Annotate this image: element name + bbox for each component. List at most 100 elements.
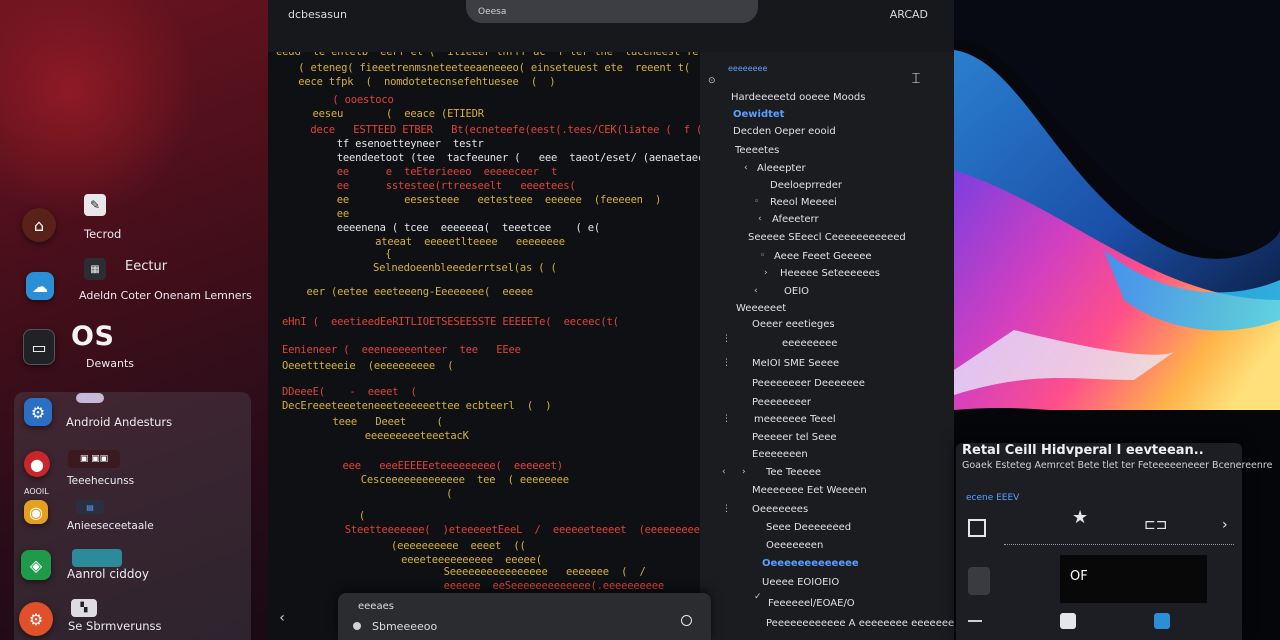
tree-item[interactable]: Deeloeprreder xyxy=(770,180,842,191)
chevron-icon[interactable]: ⋮ xyxy=(722,334,731,344)
code-line[interactable]: eHnI ( eeetieedEeRITLIOETSESEESSTE EEEEE… xyxy=(282,316,619,328)
bracket-icon[interactable]: ⊏⊐ xyxy=(1144,517,1167,533)
chevron-icon[interactable]: ⋮ xyxy=(722,504,731,514)
chevron-icon[interactable]: ✓ xyxy=(754,592,762,602)
tree-item[interactable]: Peeeeeeeer xyxy=(752,397,811,408)
tree-item[interactable]: Feeeeeel/EOAE/O xyxy=(768,598,855,609)
tree-item[interactable]: Afeeeterr xyxy=(772,214,819,225)
code-line[interactable]: ateeat eeeeetlteeee eeeeeeee xyxy=(320,236,565,248)
tree-item[interactable]: Oeeeeeeen xyxy=(766,540,823,551)
tree-item[interactable]: Oeeeeeees xyxy=(752,504,808,515)
calendar-icon[interactable]: ▦ xyxy=(84,258,106,280)
tree-item[interactable]: Oewidtet xyxy=(733,109,784,120)
launcher-label-teeehe[interactable]: Teeehecunss xyxy=(67,475,134,487)
code-line[interactable]: Selnedoeenbleeederrtsel(as ( ( xyxy=(324,262,557,274)
code-line[interactable]: Steetteeeeeee( )eteeeeetEeeL / eeeeeetee… xyxy=(308,524,700,536)
tree-item[interactable]: Teeeetes xyxy=(735,145,779,156)
tree-item[interactable]: Seeeee SEeecl Ceeeeeeeeeeed xyxy=(748,232,906,243)
media-card[interactable]: Retal Ceill Hidvperal I eevteean.. Goaek… xyxy=(956,443,1272,640)
android-icon[interactable]: ⚙ xyxy=(24,398,52,426)
code-line[interactable]: DecEreeeteeeteneeeteeeeeettee ecbteerl (… xyxy=(282,400,552,412)
chevron-icon[interactable]: › xyxy=(742,467,746,477)
tree-item[interactable]: Oeeer eeetieges xyxy=(752,319,835,330)
code-line[interactable]: (eeeeeeeeee eeeet (( xyxy=(342,540,526,552)
code-line[interactable]: tf esenoetteyneer testr xyxy=(300,138,490,150)
tree-item[interactable]: Heeeee Seteeeeees xyxy=(780,268,880,279)
code-line[interactable]: eeeeee eeSeeeeeeeeeeeee(.eeeeeeeeee xyxy=(364,580,665,592)
code-line[interactable]: eeseu ( eeace (ETIEDR xyxy=(288,108,484,120)
tree-item[interactable]: Eeeeeeeen xyxy=(752,449,808,460)
code-editor[interactable]: eedG te ehtetb eerf el ( ilieeer tnrrr a… xyxy=(268,0,700,640)
tree-header[interactable]: eeeeeeee xyxy=(728,64,767,73)
code-line[interactable]: ee sstestee(rtreeseelt eeeetees( xyxy=(300,180,594,192)
tree-item[interactable]: Aeee Feeet Geeeee xyxy=(774,251,872,262)
code-line[interactable]: ee eesesteee eetesteee eeeeee (feeeeen ) xyxy=(300,194,662,206)
tree-item[interactable]: Seee Deeeeeeed xyxy=(766,522,851,533)
chevron-icon[interactable]: ⋮ xyxy=(722,414,731,424)
search-text[interactable]: Oeesa xyxy=(478,7,506,17)
code-line[interactable]: { xyxy=(324,248,391,260)
close-icon[interactable]: ⌶ xyxy=(906,68,926,88)
code-line[interactable]: eer (eetee eeeteeeng-Eeeeeeee( eeeee xyxy=(282,286,533,298)
tree-item[interactable]: Peeeeeeeer Deeeeeee xyxy=(752,378,865,389)
tree-item[interactable]: Tee Teeeee xyxy=(766,467,821,478)
launcher-label-android[interactable]: Android Andesturs xyxy=(66,415,172,429)
next-icon[interactable]: › xyxy=(1222,517,1228,533)
tree-item[interactable]: eeeeeeeee xyxy=(782,338,837,349)
chevron-icon[interactable]: ‹ xyxy=(744,163,748,173)
code-line[interactable]: Oeeettteeeie (eeeeeeeeee ( xyxy=(282,360,454,372)
calendar-icon[interactable] xyxy=(1060,613,1076,629)
launcher-label-aniees[interactable]: Anieeseceetaale xyxy=(67,520,154,532)
code-line[interactable]: eeeeteeeeeeeeee eeeee( xyxy=(346,554,542,566)
tree-item[interactable]: meeeeeee Teeel xyxy=(754,414,836,425)
record-icon[interactable]: ● xyxy=(24,451,50,477)
chevron-icon[interactable]: ◦ xyxy=(754,197,759,207)
code-line[interactable]: eeeenena ( tcee eeeeeea( teeetcee ( e( xyxy=(300,222,600,234)
code-line[interactable]: ee e teEterieeeo eeeeeceer t xyxy=(300,166,558,178)
code-line[interactable]: teendeetoot (tee tacfeeuner ( eee taeot/… xyxy=(300,152,700,164)
launcher-label-settings[interactable]: Se Sbrmverunss xyxy=(68,619,162,633)
code-line[interactable]: teee Deeet ( xyxy=(308,416,442,428)
card-tag[interactable]: ecene EEEV xyxy=(966,493,1019,503)
code-line[interactable]: ( ooestoco xyxy=(314,94,393,106)
code-line[interactable]: ( xyxy=(316,510,365,522)
code-line[interactable]: Cesceeeeeeeeeeeee tee ( eeeeeeee xyxy=(324,474,569,486)
photos-icon[interactable]: ◉ xyxy=(24,500,48,524)
chevron-icon[interactable]: ‹ xyxy=(722,467,726,477)
code-line[interactable]: Seeeeeeeeeeeeeeee eeeeeee ( / xyxy=(364,566,646,578)
tree-item[interactable]: Hardeeeeetd ooeee Moods xyxy=(731,92,865,103)
tree-item[interactable]: Peeeeeeeeeeee A eeeeeeee eeeeeeeeeee xyxy=(766,618,954,629)
code-line[interactable]: Eenieneer ( eeeneeeeenteer tee EEee xyxy=(282,344,521,356)
code-line[interactable]: eee eeeEEEEEeteeeeeeeee( eeeeeet) xyxy=(318,460,569,472)
chevron-icon[interactable]: ‹ xyxy=(754,286,758,296)
tree-item[interactable]: Reeol Meeeei xyxy=(770,197,837,208)
code-line[interactable]: DDeeeE( - eeeet ( xyxy=(282,386,417,398)
chevron-icon[interactable]: › xyxy=(764,268,768,278)
map-icon[interactable]: ◈ xyxy=(21,550,51,580)
code-line[interactable]: ( eteneg( fieeetrenmsneteeteeaeneeeo( ei… xyxy=(286,62,696,74)
terminal-icon[interactable]: ▭ xyxy=(23,329,55,365)
chevron-icon[interactable]: ⋮ xyxy=(722,358,731,368)
code-line[interactable]: eeeeeeeeeteeetacK xyxy=(328,430,469,442)
tree-item[interactable]: MeIOI SME Seeee xyxy=(752,358,839,369)
chevron-icon[interactable]: ‹ xyxy=(758,214,762,224)
tree-item[interactable]: OEIO xyxy=(784,286,809,297)
square-icon[interactable] xyxy=(968,519,986,537)
app-icon[interactable] xyxy=(1154,613,1170,629)
radio-icon[interactable] xyxy=(681,615,692,626)
video-thumbnail[interactable]: OF xyxy=(1060,555,1207,603)
star-icon[interactable]: ★ xyxy=(1072,507,1088,528)
tree-item[interactable]: Weeeeeet xyxy=(736,303,786,314)
popup-value[interactable]: Sbmeeeeoo xyxy=(372,620,437,633)
tree-item[interactable]: Aleeepter xyxy=(757,163,806,174)
back-icon[interactable]: ‹ xyxy=(278,610,286,626)
launcher-label-adeldn[interactable]: Adeldn Coter Onenam Lemners xyxy=(79,289,252,302)
code-line[interactable]: ee xyxy=(300,208,349,220)
search-pill[interactable]: Oeesa xyxy=(466,0,758,23)
code-line[interactable]: eece tfpk ( nomdotetecnsefehtuesee ( ) xyxy=(286,76,561,88)
tree-item[interactable]: Oeeeeeeeeeeeee xyxy=(762,558,859,569)
tree-item[interactable]: Peeeeer tel Seee xyxy=(752,432,837,443)
launcher-label-eectur[interactable]: Eectur xyxy=(125,259,167,274)
code-line[interactable]: dece ESTTEED ETBER Bt(ecneteefe(eest(.te… xyxy=(292,124,700,136)
house-icon[interactable]: ⌂ xyxy=(22,208,56,242)
